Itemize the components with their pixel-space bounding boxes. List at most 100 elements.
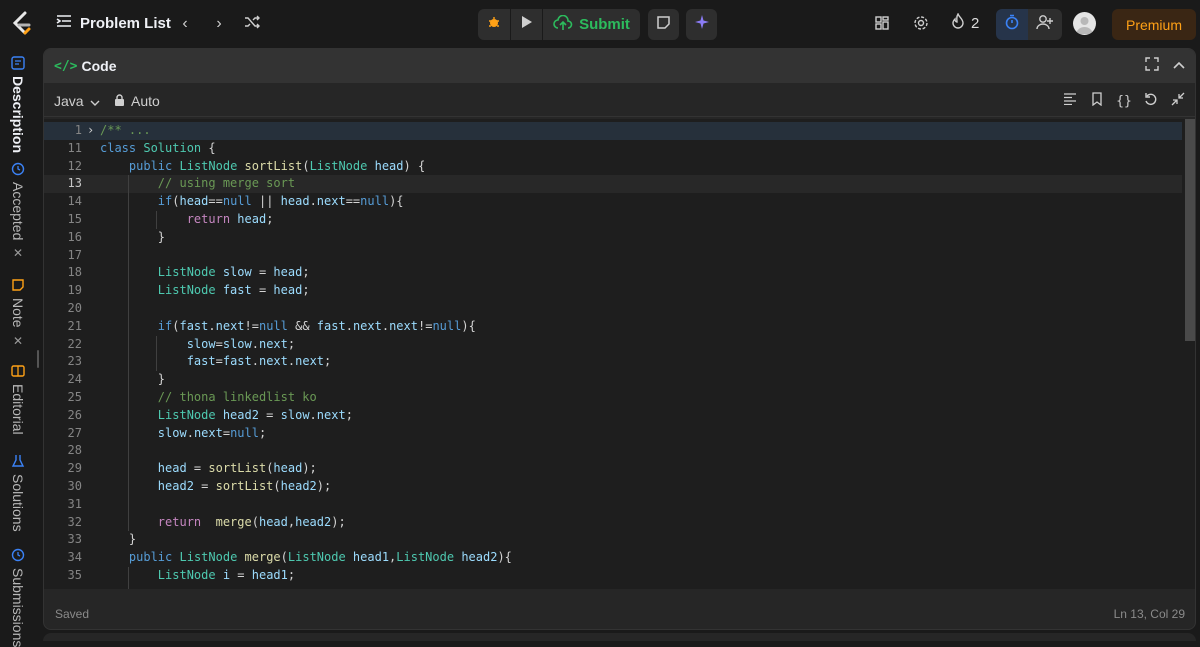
flask-icon xyxy=(10,454,26,468)
code-line[interactable]: 17 xyxy=(44,247,1182,265)
braces-button[interactable]: {} xyxy=(1114,91,1134,111)
line-number: 11 xyxy=(67,140,82,155)
code-line[interactable]: 11 class Solution { xyxy=(44,140,1182,158)
leetcode-logo-icon[interactable] xyxy=(10,11,34,37)
code-line[interactable]: 35 ListNode i = head1; xyxy=(44,567,1182,585)
line-number: 30 xyxy=(67,479,82,493)
line-code: if(head==null || head.next==null){ xyxy=(157,194,404,209)
collapse-panel-button[interactable] xyxy=(1169,56,1189,76)
line-number: 18 xyxy=(67,265,82,280)
code-line[interactable]: 20 xyxy=(44,300,1182,318)
line-code: // thona linkedlist ko xyxy=(157,390,317,404)
code-line[interactable]: 28 xyxy=(44,442,1182,460)
premium-button[interactable]: Premium xyxy=(1112,9,1196,40)
code-line[interactable]: 15 return head; xyxy=(44,211,1182,229)
code-panel-title: </> Code xyxy=(54,58,116,74)
tab-description-label: Description xyxy=(10,76,26,154)
code-line[interactable]: 25 // thona linkedlist ko xyxy=(44,389,1182,407)
code-line[interactable]: 32 return merge(head,head2); xyxy=(44,514,1182,532)
fold-chevron-icon[interactable]: › xyxy=(87,122,94,140)
description-icon xyxy=(10,56,26,70)
grid-icon xyxy=(875,15,889,35)
invite-user-button[interactable] xyxy=(1028,9,1062,40)
line-number: 16 xyxy=(67,229,82,244)
line-number: 34 xyxy=(67,550,82,565)
line-code: slow=slow.next; xyxy=(186,336,296,351)
editor-toolbar: Java Auto {} xyxy=(44,83,1195,117)
code-line[interactable]: 22 slow=slow.next; xyxy=(44,336,1182,354)
tab-editorial[interactable]: Editorial xyxy=(3,364,33,435)
submit-label: Submit xyxy=(579,16,630,33)
next-problem-button[interactable]: › xyxy=(207,12,231,36)
debug-button[interactable] xyxy=(478,9,510,40)
ai-assistant-button[interactable] xyxy=(686,9,717,40)
code-line[interactable]: 18 ListNode slow = head; xyxy=(44,264,1182,282)
run-button[interactable] xyxy=(511,9,542,40)
tab-submissions[interactable]: Submissions xyxy=(3,548,33,647)
code-line[interactable]: 13 // using merge sort xyxy=(44,175,1182,194)
tab-solutions[interactable]: Solutions xyxy=(3,454,33,532)
problem-list-button[interactable]: Problem List xyxy=(56,14,171,32)
code-line[interactable]: 23 fast=fast.next.next; xyxy=(44,353,1182,371)
code-line[interactable]: 24 } xyxy=(44,371,1182,389)
code-line[interactable]: 16 } xyxy=(44,229,1182,247)
submit-button[interactable]: Submit xyxy=(543,9,640,40)
problem-list-label: Problem List xyxy=(80,14,171,32)
format-button[interactable] xyxy=(1060,91,1080,111)
align-left-icon xyxy=(1063,92,1077,110)
code-editor[interactable]: 1 /** ... › 11 class Solution {12 public Lis… xyxy=(44,119,1182,589)
tab-description[interactable]: Description xyxy=(3,56,33,153)
line-number: 15 xyxy=(67,212,82,226)
code-line[interactable]: 12 public ListNode sortList(ListNode hea… xyxy=(44,158,1182,176)
code-line[interactable]: 29 head = sortList(head); xyxy=(44,460,1182,478)
fire-icon xyxy=(951,12,965,33)
code-line[interactable]: 31 xyxy=(44,496,1182,514)
layout-button[interactable] xyxy=(869,12,895,38)
clock-icon xyxy=(10,162,26,176)
bookmark-button[interactable] xyxy=(1087,91,1107,111)
fullscreen-button[interactable] xyxy=(1142,56,1162,76)
code-line[interactable]: 26 ListNode head2 = slow.next; xyxy=(44,407,1182,425)
line-number: 28 xyxy=(67,443,82,458)
editor-scrollbar[interactable] xyxy=(1185,119,1195,341)
code-panel: </> Code Java Auto {} 1 /** ... › 11 cla… xyxy=(43,48,1196,630)
line-code: ListNode head2 = slow.next; xyxy=(157,407,353,422)
settings-button[interactable] xyxy=(908,12,934,38)
code-line[interactable]: 14 if(head==null || head.next==null){ xyxy=(44,193,1182,211)
line-number: 17 xyxy=(67,247,82,262)
bug-icon xyxy=(486,14,502,35)
close-icon[interactable]: ✕ xyxy=(11,246,25,260)
line-code: ListNode fast = head; xyxy=(157,283,310,298)
resize-handle[interactable] xyxy=(37,350,39,368)
line-code: ListNode i = head1; xyxy=(157,568,296,582)
maximize-icon xyxy=(1145,56,1159,76)
language-select[interactable]: Java xyxy=(54,93,100,109)
code-line[interactable]: 27 slow.next=null; xyxy=(44,425,1182,443)
auto-mode-toggle[interactable]: Auto xyxy=(114,93,160,109)
avatar[interactable] xyxy=(1073,12,1096,35)
tab-solutions-label: Solutions xyxy=(10,474,26,532)
code-line[interactable]: 21 if(fast.next!=null && fast.next.next!… xyxy=(44,318,1182,336)
random-problem-button[interactable] xyxy=(240,12,264,36)
notes-button[interactable] xyxy=(648,9,679,40)
line-code: ListNode slow = head; xyxy=(157,265,310,280)
line-number: 21 xyxy=(67,318,82,333)
line-number: 25 xyxy=(67,390,82,404)
line-code: // using merge sort xyxy=(157,176,296,191)
streak-counter[interactable]: 2 xyxy=(951,12,979,33)
indent-guide xyxy=(128,175,129,532)
code-line[interactable]: 1 /** ... › xyxy=(44,122,1182,140)
code-line[interactable]: 19 ListNode fast = head; xyxy=(44,282,1182,300)
tab-note[interactable]: Note ✕ xyxy=(3,278,33,348)
line-code: head2 = sortList(head2); xyxy=(157,479,332,493)
minimize-icon xyxy=(1171,92,1185,111)
minimize-button[interactable] xyxy=(1168,91,1188,111)
code-line[interactable]: 30 head2 = sortList(head2); xyxy=(44,478,1182,496)
reset-code-button[interactable] xyxy=(1141,91,1161,111)
prev-problem-button[interactable]: ‹ xyxy=(173,12,197,36)
code-line[interactable]: 33 } xyxy=(44,531,1182,549)
code-line[interactable]: 34 public ListNode merge(ListNode head1,… xyxy=(44,549,1182,567)
tab-accepted[interactable]: Accepted ✕ xyxy=(3,162,33,260)
timer-button[interactable] xyxy=(996,9,1028,40)
close-icon[interactable]: ✕ xyxy=(11,334,25,348)
